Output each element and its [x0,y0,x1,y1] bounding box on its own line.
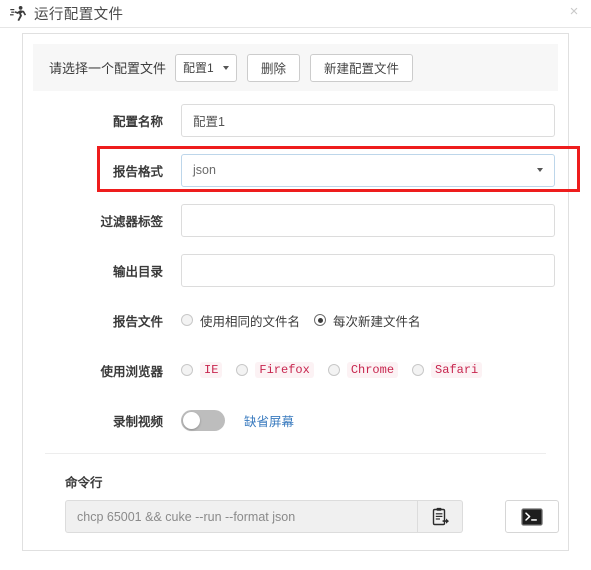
radio-icon-selected [314,314,327,326]
radio-icon [236,364,249,376]
toggle-knob [183,411,200,429]
terminal-icon[interactable] [505,500,559,533]
running-person-icon [8,4,28,24]
command-line-row: chcp 65001 && cuke --run --format json [65,500,568,533]
row-browser: 使用浏览器 IE Firefox Chrome Safari [33,353,558,387]
config-panel: 请选择一个配置文件 配置1 删除 新建配置文件 配置名称 报告格式 json [22,33,580,551]
radio-icon [181,364,193,376]
radio-browser-firefox[interactable]: Firefox [236,362,314,378]
report-file-radio-group: 使用相同的文件名 每次新建文件名 [181,311,435,330]
label-filter-tags: 过滤器标签 [100,214,163,229]
radio-browser-safari[interactable]: Safari [412,362,483,378]
row-filter-tags: 过滤器标签 [33,203,558,237]
radio-icon [412,364,425,376]
clipboard-paste-icon[interactable] [418,500,463,533]
record-video-toggle[interactable] [181,409,225,431]
label-record-video: 录制视频 [112,414,163,429]
profile-select-label: 请选择一个配置文件 [49,61,167,76]
report-format-value: json [193,163,216,177]
radio-icon [327,364,340,376]
close-icon[interactable]: × [564,2,584,22]
browser-radio-group: IE Firefox Chrome Safari [181,362,496,378]
report-format-select[interactable]: json [181,153,555,187]
radio-label: IE [200,362,223,378]
profile-dropdown[interactable]: 配置1 [175,53,238,82]
new-profile-button[interactable]: 新建配置文件 [310,53,414,82]
radio-browser-chrome[interactable]: Chrome [327,362,399,378]
profile-selector-bar: 请选择一个配置文件 配置1 删除 新建配置文件 [33,44,558,91]
chevron-down-icon [223,65,230,70]
radio-report-file-new[interactable]: 每次新建文件名 [314,311,421,330]
default-screen-link[interactable]: 缺省屏幕 [244,411,294,430]
chevron-down-icon [537,168,543,172]
output-dir-input[interactable] [181,253,555,287]
label-report-format: 报告格式 [112,164,163,179]
radio-label: 使用相同的文件名 [200,314,301,329]
radio-label: 每次新建文件名 [333,314,421,329]
label-profile-name: 配置名称 [112,114,163,129]
label-report-file: 报告文件 [112,314,163,329]
command-line-section: 命令行 chcp 65001 && cuke --run --format js… [23,454,568,533]
window-titlebar: 运行配置文件 × [0,0,591,28]
row-profile-name: 配置名称 [33,103,558,137]
profile-dropdown-value: 配置1 [183,61,214,75]
radio-icon [181,314,193,326]
config-form: 配置名称 报告格式 json 过滤器标签 输出目录 [23,91,580,437]
radio-report-file-same[interactable]: 使用相同的文件名 [181,311,300,330]
command-line-value: chcp 65001 && cuke --run --format json [65,500,418,533]
radio-label: Firefox [255,362,314,378]
radio-label: Safari [431,362,483,378]
row-output-dir: 输出目录 [33,253,558,287]
label-browser: 使用浏览器 [100,364,163,379]
command-line-title: 命令行 [65,476,103,490]
label-output-dir: 输出目录 [112,264,163,279]
filter-tags-input[interactable] [181,203,555,237]
radio-browser-ie[interactable]: IE [181,362,223,378]
row-record-video: 录制视频 缺省屏幕 [33,403,558,437]
radio-label: Chrome [346,362,399,378]
row-report-file: 报告文件 使用相同的文件名 每次新建文件名 [33,303,558,337]
delete-profile-button[interactable]: 删除 [247,53,301,82]
profile-name-input[interactable] [181,103,555,137]
row-report-format: 报告格式 json [33,146,580,192]
window-title: 运行配置文件 [34,7,124,23]
